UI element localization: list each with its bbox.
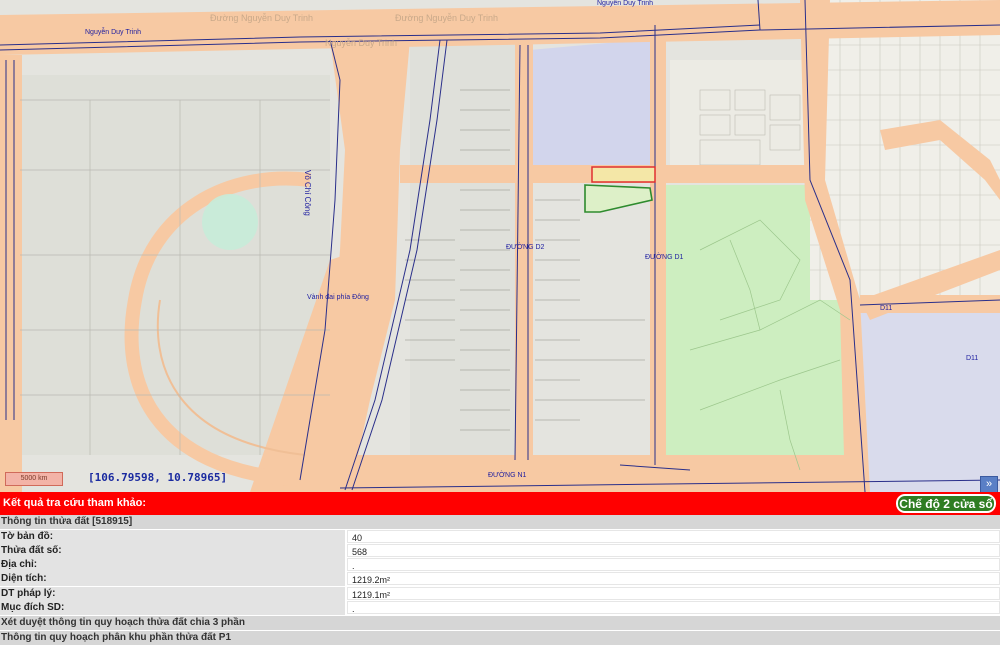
two-window-mode-button[interactable]: Chế độ 2 cửa sổ [896,494,996,513]
road-label-faded-2: Đường Nguyễn Duy Trinh [395,13,498,23]
parcel-info-section[interactable]: Thông tin thửa đất [518915] [0,515,1000,529]
map-canvas[interactable] [0,0,1000,492]
info-row-legal-area: DT pháp lý: 1219.1m² [0,587,1000,601]
map-viewport[interactable]: Nguyễn Duy Trinh Nguyễn Duy Trinh Đường … [0,0,1000,492]
info-value: . [347,601,1000,614]
planning-3part-section[interactable]: Xét duyệt thông tin quy hoạch thửa đất c… [0,616,1000,630]
road-label-duong-d1: ĐƯỜNG D1 [645,254,684,261]
expand-panel-button[interactable]: » [980,476,998,492]
info-label: Diện tích: [0,572,345,586]
info-row-address: Địa chỉ: . [0,558,1000,572]
road-label-vo-chi-cong: Võ Chí Công [303,170,312,216]
road-label-d11-b: D11 [966,355,979,362]
selected-parcel-outline[interactable] [591,166,656,183]
planning-p1-section[interactable]: Thông tin quy hoạch phân khu phần thửa đ… [0,631,1000,645]
road-label-faded-3: Nguyễn Duy Trinh [325,38,398,48]
info-row-area: Diện tích: 1219.2m² [0,572,1000,586]
road-label-duong-n1: ĐƯỜNG N1 [488,472,527,479]
info-row-map-sheet: Tờ bản đồ: 40 [0,530,1000,544]
double-chevron-right-icon: » [985,478,993,490]
info-value: 1219.1m² [347,587,1000,600]
road-label-d11-a: D11 [880,305,893,312]
result-panel: Kết quả tra cứu tham khảo: Chế độ 2 cửa … [0,492,1000,647]
info-label: Địa chỉ: [0,558,345,572]
info-value: 40 [347,530,1000,543]
result-panel-title: Kết quả tra cứu tham khảo: [3,497,147,509]
info-label: Tờ bản đồ: [0,530,345,544]
road-label-faded-1: Đường Nguyễn Duy Trinh [210,13,313,23]
road-label-nguyen-duy-trinh-top: Nguyễn Duy Trinh [597,0,654,7]
result-panel-header: Kết quả tra cứu tham khảo: Chế độ 2 cửa … [0,492,1000,515]
info-label: Thửa đất số: [0,544,345,558]
info-label: Mục đích SD: [0,601,345,615]
road-label-vanh-dai-phia-dong: Vành đai phía Đông [307,294,369,301]
map-scale-bar: 5000 km [5,472,63,486]
road-label-duong-d2: ĐƯỜNG D2 [506,244,545,251]
info-value: 568 [347,544,1000,557]
info-value: . [347,558,1000,571]
info-label: DT pháp lý: [0,587,345,601]
cursor-coordinates: [106.79598, 10.78965] [88,471,228,484]
info-value: 1219.2m² [347,572,1000,585]
info-row-parcel-number: Thửa đất số: 568 [0,544,1000,558]
road-label-nguyen-duy-trinh: Nguyễn Duy Trinh [85,29,142,36]
info-row-land-use: Mục đích SD: . [0,601,1000,615]
